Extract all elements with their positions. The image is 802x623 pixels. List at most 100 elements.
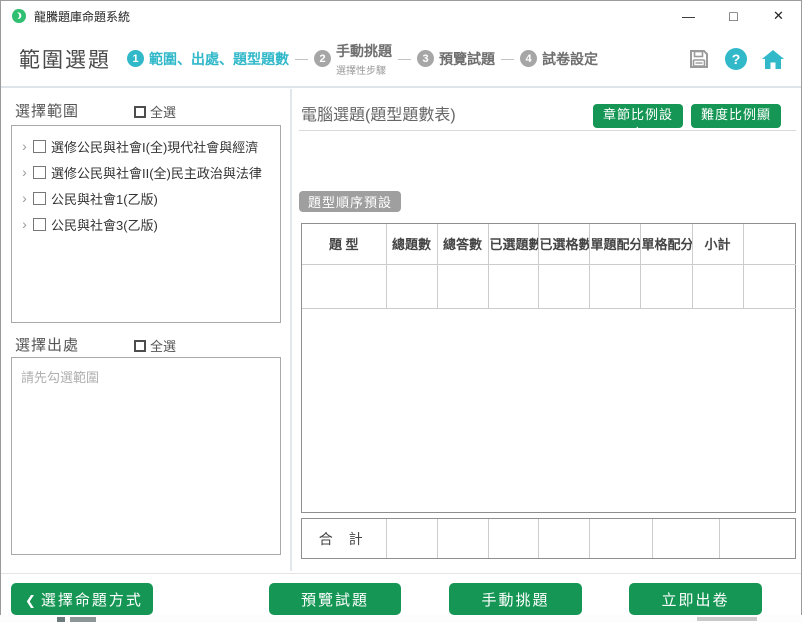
col-question-type: 題 型	[302, 224, 387, 265]
table-cell	[640, 264, 693, 309]
window-controls: — □ ✕	[666, 1, 801, 31]
range-tree-item[interactable]: › 選修公民與社會I(全)現代社會與經濟	[18, 133, 276, 159]
table-row	[302, 264, 796, 309]
panel-divider	[290, 89, 292, 571]
step-4-label: 試卷設定	[542, 50, 598, 67]
source-list: 請先勾選範圍	[11, 357, 281, 555]
back-button-label: 選擇命題方式	[40, 591, 143, 609]
generate-paper-button[interactable]: 立即出卷	[629, 583, 762, 615]
step-1-number: 1	[127, 50, 144, 67]
range-item-checkbox[interactable]	[33, 191, 46, 205]
maximize-button[interactable]: □	[711, 1, 756, 31]
step-1-label: 範圍、出處、題型題數	[149, 50, 289, 67]
expand-chevron-icon[interactable]: ›	[18, 164, 31, 180]
totals-cell	[589, 519, 653, 558]
table-cell	[302, 264, 387, 309]
range-item-checkbox[interactable]	[33, 165, 46, 179]
table-cell	[386, 264, 438, 309]
action-bar: ❮ 選擇命題方式 預覽試題 手動挑題 立即出卷	[1, 573, 801, 616]
totals-cell	[719, 519, 795, 558]
header-icons: ?	[687, 47, 785, 71]
step-3-preview: 3 預覽試題	[417, 49, 495, 69]
wizard-steps: 1 範圍、出處、題型題數 — 2 手動挑題 選擇性步驟 — 3 預覽試題 — 4…	[127, 41, 598, 77]
page-header: 範圍選題 1 範圍、出處、題型題數 — 2 手動挑題 選擇性步驟 — 3 預覽試…	[1, 31, 801, 88]
range-tree-item[interactable]: › 公民與社會3(乙版)	[18, 211, 276, 237]
app-logo-icon	[12, 9, 26, 23]
table-cell	[488, 264, 539, 309]
source-panel-title: 選擇出處	[15, 337, 80, 354]
source-select-all[interactable]: 全選	[134, 336, 176, 355]
expand-chevron-icon[interactable]: ›	[18, 190, 31, 206]
app-window: 龍騰題庫命題系統 — □ ✕ 範圍選題 1 範圍、出處、題型題數 — 2 手動挑…	[0, 0, 802, 616]
step-1-range: 1 範圍、出處、題型題數	[127, 49, 289, 69]
choose-method-back-button[interactable]: ❮ 選擇命題方式	[11, 583, 153, 615]
range-select-all[interactable]: 全選	[134, 102, 176, 121]
difficulty-ratio-button[interactable]: 難度比例顯示	[691, 104, 781, 141]
step-4-paper-settings: 4 試卷設定	[520, 49, 598, 69]
range-tree-item[interactable]: › 選修公民與社會II(全)民主政治與法律	[18, 159, 276, 185]
manual-pick-button[interactable]: 手動挑題	[449, 583, 582, 615]
background-artifact	[697, 617, 757, 621]
close-button[interactable]: ✕	[756, 1, 801, 31]
step-4-number: 4	[520, 50, 537, 67]
background-artifact	[70, 617, 96, 622]
desktop-strip	[0, 615, 802, 623]
range-tree-item[interactable]: › 公民與社會1(乙版)	[18, 185, 276, 211]
step-separator: —	[295, 51, 308, 66]
col-selected-questions: 已選題數	[488, 224, 539, 265]
help-icon[interactable]: ?	[725, 47, 747, 70]
app-title: 龍騰題庫命題系統	[34, 9, 131, 24]
totals-cell	[652, 519, 720, 558]
col-points-per-blank: 單格配分	[640, 224, 693, 265]
step-2-manual-pick: 2 手動挑題 選擇性步驟	[314, 41, 392, 77]
step-3-number: 3	[417, 50, 434, 67]
expand-chevron-icon[interactable]: ›	[18, 138, 31, 154]
question-type-table: 題 型 總題數 總答數 已選題數 已選格數 單題配分 單格配分 小計	[301, 223, 796, 513]
table-cell	[692, 264, 744, 309]
col-subtotal: 小計	[692, 224, 744, 265]
table-cell	[437, 264, 489, 309]
preview-questions-button[interactable]: 預覽試題	[269, 583, 401, 615]
totals-table: 合 計	[301, 518, 796, 559]
step-2-sublabel: 選擇性步驟	[336, 65, 386, 77]
chevron-left-icon: ❮	[25, 592, 36, 608]
save-icon[interactable]	[687, 47, 711, 71]
minimize-button[interactable]: —	[666, 1, 711, 31]
range-tree: › 選修公民與社會I(全)現代社會與經濟 › 選修公民與社會II(全)民主政治與…	[11, 125, 281, 323]
col-selected-blanks: 已選格數	[538, 224, 590, 265]
table-cell	[589, 264, 641, 309]
expand-chevron-icon[interactable]: ›	[18, 216, 31, 232]
table-cell	[538, 264, 590, 309]
col-points-per-question: 單題配分	[589, 224, 641, 265]
totals-cell	[437, 519, 489, 558]
source-placeholder: 請先勾選範圍	[21, 370, 100, 385]
range-item-checkbox[interactable]	[33, 139, 46, 153]
home-icon[interactable]	[761, 47, 785, 71]
step-2-number: 2	[314, 50, 331, 67]
range-item-label: 選修公民與社會I(全)現代社會與經濟	[51, 139, 259, 155]
step-separator: —	[398, 51, 411, 66]
range-item-label: 公民與社會1(乙版)	[51, 191, 158, 207]
title-bar: 龍騰題庫命題系統 — □ ✕	[1, 1, 801, 31]
step-2-label: 手動挑題	[336, 42, 392, 59]
range-select-all-label: 全選	[150, 105, 177, 120]
chapter-ratio-button[interactable]: 章節比例設定	[593, 104, 683, 141]
totals-row: 合 計	[302, 519, 795, 558]
range-item-checkbox[interactable]	[33, 217, 46, 231]
table-cell	[743, 264, 796, 309]
source-select-all-label: 全選	[150, 339, 177, 354]
range-panel-title: 選擇範圍	[15, 103, 80, 120]
totals-cell	[488, 519, 539, 558]
range-select-all-checkbox[interactable]	[134, 105, 146, 118]
step-3-label: 預覽試題	[439, 50, 495, 67]
col-total-answers: 總答數	[437, 224, 489, 265]
col-empty	[743, 224, 796, 265]
totals-cell	[386, 519, 438, 558]
step-separator: —	[501, 51, 514, 66]
source-select-all-checkbox[interactable]	[134, 339, 146, 352]
type-order-default-button[interactable]: 題型順序預設	[299, 191, 402, 212]
background-artifact	[57, 617, 65, 622]
col-total-questions: 總題數	[386, 224, 438, 265]
table-header-row: 題 型 總題數 總答數 已選題數 已選格數 單題配分 單格配分 小計	[302, 224, 796, 265]
main-panel-title: 電腦選題(題型題數表)	[301, 107, 456, 124]
